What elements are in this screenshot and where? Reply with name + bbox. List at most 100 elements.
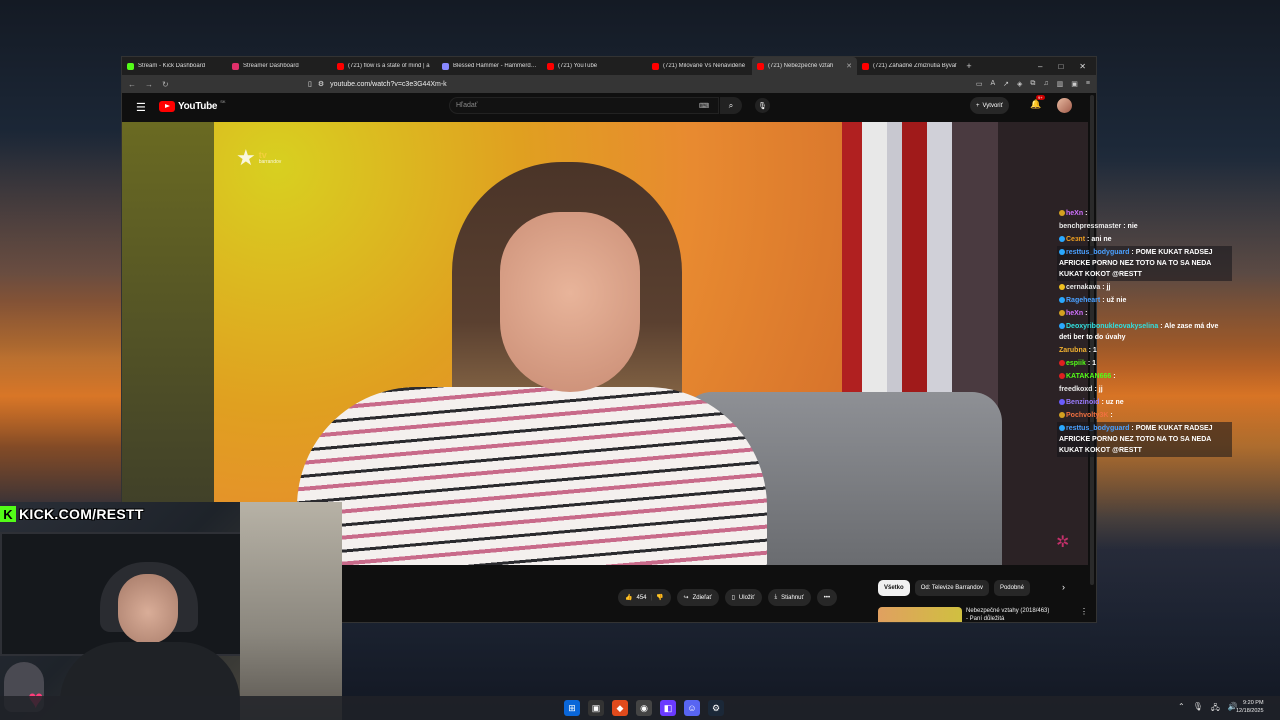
browser-tab[interactable]: Stream - Kick Dashboard [122, 57, 227, 75]
tab-favicon-icon [652, 62, 659, 70]
chat-username[interactable]: Zarubna [1059, 347, 1087, 354]
chevron-up-icon[interactable]: ⌃ [1178, 702, 1185, 716]
video-player[interactable]: ★ tv barrandov [122, 122, 1088, 565]
cast-icon[interactable]: ▭ [976, 80, 983, 88]
recommended-video[interactable]: Nebezpečné vztahy (2018/463) - Paní důle… [878, 607, 1088, 622]
app-icon[interactable]: ◧ [660, 700, 676, 716]
chat-username[interactable]: resttus_bodyguard [1066, 249, 1129, 256]
network-icon[interactable]: 🖧 [1211, 702, 1220, 716]
tab-title: (721) Milované Vs Nenávidéné [663, 63, 746, 69]
recommended-title[interactable]: Nebezpečné vztahy (2018/463) [966, 607, 1049, 615]
download-icon: ⤓ [774, 594, 778, 600]
download-button[interactable]: ⤓ Stiahnuť [767, 589, 811, 606]
chat-username[interactable]: Rageheart [1066, 297, 1100, 304]
site-info-icon[interactable]: ⚙ [318, 80, 324, 88]
mic-icon[interactable]: 🎙 [755, 98, 770, 113]
chat-badge-icon [1059, 236, 1065, 243]
chat-username[interactable]: Pochvolty3K [1066, 412, 1108, 419]
chat-username[interactable]: espiik [1066, 360, 1086, 367]
hamburger-menu-icon[interactable]: ☰ [136, 101, 146, 114]
sidebar-icon[interactable]: ▥ [1057, 80, 1064, 88]
browser-tab[interactable]: (721) Nebezpečné vztah ✕ [752, 57, 857, 75]
chat-username[interactable]: resttus_bodyguard [1066, 425, 1129, 432]
url-text[interactable]: youtube.com/watch?v=c3e3G44Xm-k [330, 81, 447, 88]
close-window-button[interactable]: ✕ [1079, 62, 1086, 71]
chat-username[interactable]: Cезnt [1066, 236, 1085, 243]
chat-message: Rageheart: už nie [1057, 294, 1232, 307]
browser-tab[interactable]: (721) Milované Vs Nenávidéné [647, 57, 752, 75]
bookmark-icon[interactable]: ▯ [308, 80, 312, 88]
bell-icon[interactable]: 🔔 [1030, 99, 1041, 110]
url-field[interactable]: ▯ ⚙ youtube.com/watch?v=c3e3G44Xm-k [308, 80, 976, 89]
tab-title: Blessed Hammer - Hammerdun [453, 63, 537, 69]
overlay-logo-icon: ✲ [1056, 534, 1070, 551]
recommended-subtitle: - Paní důležitá [966, 616, 1005, 622]
chat-message: Deoxyribonukleovakyselina: Ale zase má d… [1059, 323, 1219, 341]
chat-badge-icon [1059, 323, 1065, 330]
create-button[interactable]: + Vytvoriť [970, 97, 1009, 114]
browser-tab[interactable]: Streamer Dashboard [227, 57, 332, 75]
chat-username[interactable]: benchpressmaster [1059, 223, 1121, 230]
save-button[interactable]: ▯ Uložiť [724, 589, 762, 606]
chat-username[interactable]: freedkoxd [1059, 386, 1092, 393]
reload-icon[interactable]: ↻ [162, 80, 169, 89]
new-tab-button[interactable]: + [962, 61, 976, 71]
chat-username[interactable]: cernakava [1066, 284, 1100, 291]
chat-message: resttus_bodyguard: POME KUKAT RADSEJ AFR… [1057, 246, 1232, 281]
like-button[interactable]: 👍 454 | 👎 [618, 589, 671, 606]
chat-username[interactable]: Benzinoid [1066, 399, 1099, 406]
extensions-icon[interactable]: ⧉ [1030, 80, 1035, 88]
task-view-icon[interactable]: ▣ [588, 700, 604, 716]
shield-icon[interactable]: ◈ [1017, 80, 1022, 88]
search-button[interactable]: ⌕ [720, 97, 742, 114]
avatar[interactable] [1057, 98, 1072, 113]
wallet-icon[interactable]: ▣ [1071, 80, 1078, 88]
clock-time: 9:20 PM [1243, 700, 1264, 706]
obs-icon[interactable]: ◉ [636, 700, 652, 716]
browser-tab[interactable]: (721) flow is a state of mind | a [332, 57, 437, 75]
chip-all[interactable]: Všetko [878, 580, 910, 596]
steam-icon[interactable]: ⚙ [708, 700, 724, 716]
chat-message: KATAKAN666: [1057, 370, 1232, 383]
menu-icon[interactable]: ≡ [1086, 80, 1090, 88]
back-icon[interactable]: ← [128, 80, 136, 89]
tab-bar: Stream - Kick Dashboard Streamer Dashboar… [122, 57, 1096, 75]
recommended-thumbnail[interactable] [878, 607, 962, 622]
share-icon[interactable]: ↗ [1003, 80, 1009, 88]
minimize-button[interactable]: – [1038, 62, 1042, 71]
browser-tab[interactable]: Blessed Hammer - Hammerdun [437, 57, 542, 75]
kebab-menu-icon[interactable]: ⋮ [1080, 607, 1088, 622]
thumbs-down-icon[interactable]: 👎 [656, 594, 663, 601]
mic-tray-icon[interactable]: 🎙 [1193, 702, 1203, 716]
chat-username[interactable]: heXn [1066, 310, 1083, 317]
more-actions-button[interactable]: ••• [816, 589, 838, 606]
chat-badge-icon [1059, 284, 1065, 291]
chat-username[interactable]: KATAKAN666 [1066, 373, 1111, 380]
start-icon[interactable]: ⊞ [564, 700, 580, 716]
star-logo-icon: ★ [236, 145, 256, 170]
chat-username[interactable]: heXn [1066, 210, 1083, 217]
tab-favicon-icon [862, 62, 869, 70]
tab-close-icon[interactable]: ✕ [846, 62, 852, 70]
maximize-button[interactable]: □ [1058, 62, 1063, 71]
share-button[interactable]: ↪ Zdieľať [676, 589, 719, 606]
chip-related[interactable]: Podobné [993, 580, 1030, 596]
translate-icon[interactable]: A [990, 80, 995, 88]
browser-tab[interactable]: (721) Záhadné Zmiznutia Bývaľ [857, 57, 962, 75]
music-icon[interactable]: ♫ [1043, 80, 1048, 88]
keyboard-icon[interactable]: ⌨ [699, 102, 709, 110]
search-input[interactable]: Hľadať [449, 97, 719, 114]
chat-badge-icon [1059, 360, 1065, 367]
channel-watermark: ★ tv barrandov [236, 145, 282, 170]
forward-icon[interactable]: → [145, 80, 153, 89]
chip-from-channel[interactable]: Od: Televize Barrandov [914, 580, 989, 596]
chat-username[interactable]: Deoxyribonukleovakyselina [1066, 323, 1158, 330]
brave-icon[interactable]: ◆ [612, 700, 628, 716]
youtube-logo[interactable]: YouTube SK [159, 99, 226, 112]
discord-icon[interactable]: ☺ [684, 700, 700, 716]
chevron-right-icon[interactable]: › [1062, 582, 1065, 592]
chat-text: 1 [1092, 360, 1097, 367]
browser-tab[interactable]: (721) YouTube [542, 57, 647, 75]
clock[interactable]: 9:20 PM 12/18/2025 [1236, 699, 1264, 715]
system-tray: ⌃ 🎙 🖧 🔊 [1178, 702, 1238, 716]
